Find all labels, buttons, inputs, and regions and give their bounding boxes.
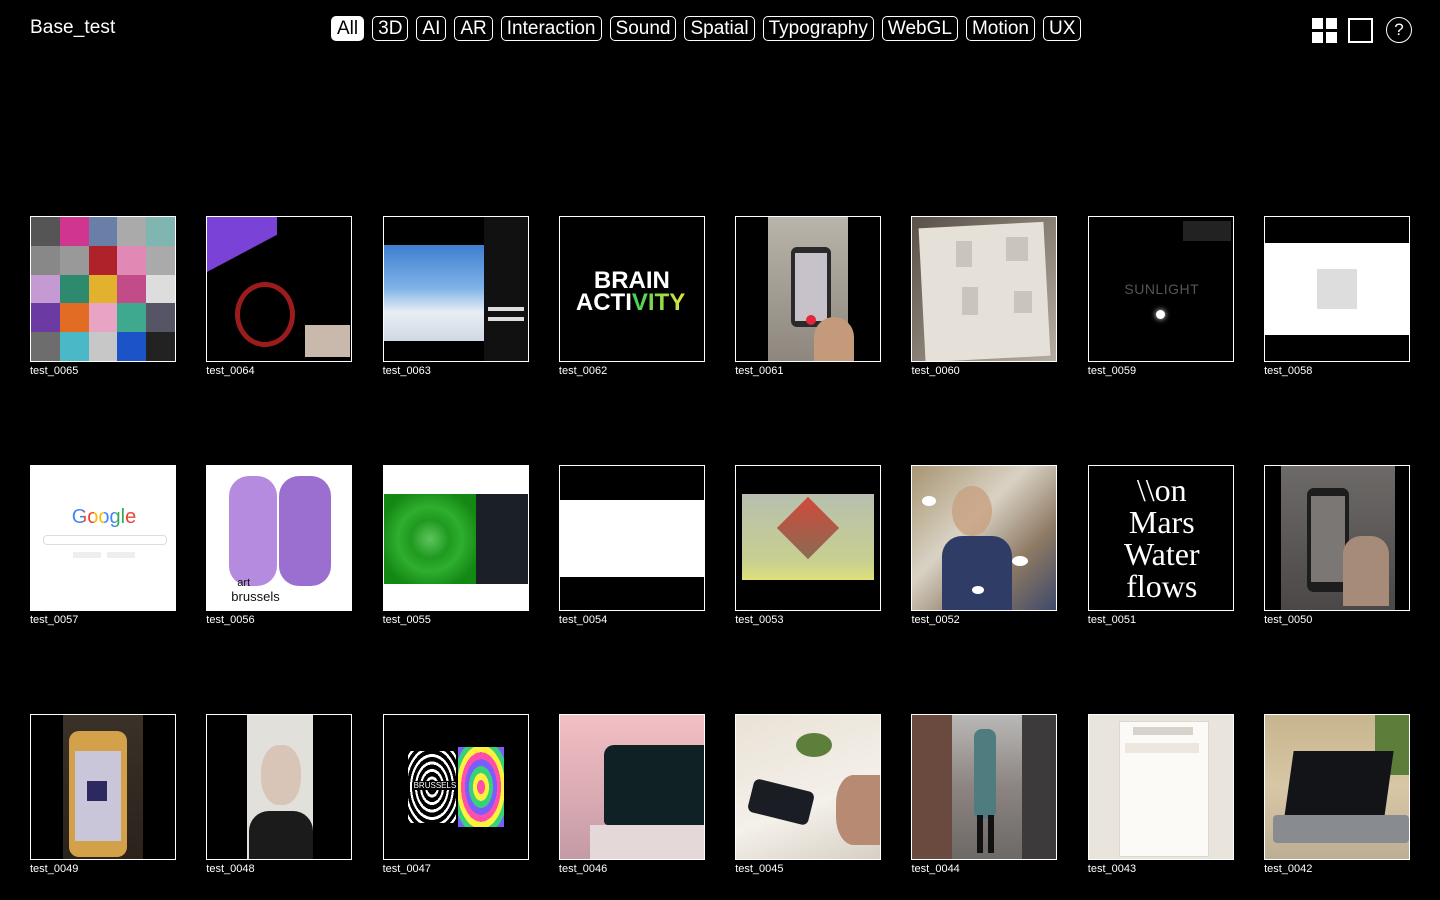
gallery-card[interactable]: test_0053 bbox=[735, 465, 882, 626]
filter-ux[interactable]: UX bbox=[1042, 16, 1082, 41]
item-caption: test_0052 bbox=[911, 614, 960, 626]
item-caption: test_0051 bbox=[1087, 614, 1137, 626]
thumb-text: BRUSSELS bbox=[413, 781, 457, 790]
thumbnail-image[interactable] bbox=[735, 465, 882, 611]
thumbnail-image[interactable]: art brussels bbox=[206, 465, 353, 611]
thumb-text: \\on bbox=[1136, 472, 1187, 508]
item-caption: test_0058 bbox=[1264, 365, 1313, 377]
item-caption: test_0053 bbox=[735, 614, 784, 626]
single-view-icon[interactable] bbox=[1348, 17, 1373, 43]
item-caption: test_0055 bbox=[382, 614, 431, 626]
thumbnail-image[interactable]: SUNLIGHT bbox=[1087, 216, 1234, 362]
brand-title[interactable]: Base_test bbox=[30, 17, 115, 39]
gallery-card[interactable]: test_0061 bbox=[735, 216, 882, 377]
gallery-card[interactable]: BRAIN ACTIVITY test_0062 bbox=[558, 216, 705, 377]
thumbnail-image[interactable] bbox=[1264, 216, 1411, 362]
thumbnail-image[interactable] bbox=[382, 216, 529, 362]
thumbnail-image[interactable] bbox=[911, 216, 1058, 362]
gallery-card[interactable]: test_0042 bbox=[1264, 714, 1411, 875]
item-caption: test_0063 bbox=[382, 365, 431, 377]
gallery-card[interactable]: \\on Mars Water flows test_0051 bbox=[1087, 465, 1234, 626]
thumb-text: SUNLIGHT bbox=[1124, 281, 1200, 297]
gallery-card[interactable]: SUNLIGHT test_0059 bbox=[1087, 216, 1234, 377]
gallery-card[interactable]: test_0055 bbox=[382, 465, 529, 626]
filter-interaction[interactable]: Interaction bbox=[500, 16, 602, 41]
filter-webgl[interactable]: WebGL bbox=[881, 16, 958, 41]
thumbnail-image[interactable] bbox=[206, 714, 353, 860]
thumb-text: Water bbox=[1123, 536, 1200, 572]
thumb-text: flows bbox=[1126, 568, 1198, 604]
gallery-card[interactable]: test_0063 bbox=[382, 216, 529, 377]
view-tools: ? bbox=[1312, 17, 1412, 43]
thumbnail-image[interactable] bbox=[911, 714, 1058, 860]
thumbnail-image[interactable]: BRUSSELS bbox=[382, 714, 529, 860]
gallery-card[interactable]: test_0065 bbox=[30, 216, 176, 377]
thumbnail-image[interactable]: BRAIN ACTIVITY bbox=[558, 216, 705, 362]
item-caption: test_0048 bbox=[206, 863, 255, 875]
thumbnail-image[interactable] bbox=[911, 465, 1058, 611]
gallery-card[interactable]: test_0043 bbox=[1087, 714, 1234, 875]
item-caption: test_0061 bbox=[735, 365, 784, 377]
thumbnail-image[interactable] bbox=[1264, 714, 1411, 860]
filter-typography[interactable]: Typography bbox=[762, 16, 874, 41]
gallery-card[interactable]: test_0054 bbox=[558, 465, 705, 626]
item-caption: test_0050 bbox=[1264, 614, 1313, 626]
thumbnail-image[interactable]: \\on Mars Water flows bbox=[1087, 465, 1234, 611]
thumbnail-image[interactable] bbox=[735, 216, 882, 362]
item-caption: test_0054 bbox=[558, 614, 608, 626]
item-caption: test_0047 bbox=[382, 863, 431, 875]
item-caption: test_0065 bbox=[30, 365, 79, 377]
thumb-text: Google bbox=[71, 506, 137, 528]
thumbnail-image[interactable] bbox=[558, 714, 705, 860]
item-caption: test_0064 bbox=[206, 365, 255, 377]
filter-sound[interactable]: Sound bbox=[609, 16, 677, 41]
item-caption: test_0046 bbox=[558, 863, 608, 875]
filter-all[interactable]: All bbox=[331, 16, 365, 41]
gallery-card[interactable]: art brussels test_0056 bbox=[206, 465, 353, 626]
gallery-card[interactable]: test_0049 bbox=[30, 714, 176, 875]
thumbnail-image[interactable] bbox=[30, 714, 176, 860]
thumbnail-image[interactable] bbox=[558, 465, 705, 611]
help-icon[interactable]: ? bbox=[1386, 17, 1412, 43]
item-caption: test_0059 bbox=[1087, 365, 1137, 377]
gallery-card[interactable]: test_0064 bbox=[206, 216, 353, 377]
gallery-card[interactable]: BRUSSELS test_0047 bbox=[382, 714, 529, 875]
thumb-text: art bbox=[237, 577, 251, 589]
filter-ar[interactable]: AR bbox=[454, 16, 493, 41]
thumbnail-image[interactable] bbox=[1264, 465, 1411, 611]
gallery-card[interactable]: test_0046 bbox=[558, 714, 705, 875]
item-caption: test_0056 bbox=[206, 614, 255, 626]
item-caption: test_0057 bbox=[30, 614, 79, 626]
thumbnail-image[interactable]: Google bbox=[30, 465, 176, 611]
gallery-card[interactable]: test_0048 bbox=[206, 714, 353, 875]
thumbnail-image[interactable] bbox=[382, 465, 529, 611]
filter-3d[interactable]: 3D bbox=[372, 16, 409, 41]
gallery-card[interactable]: test_0050 bbox=[1264, 465, 1411, 626]
thumb-text: brussels bbox=[231, 589, 280, 604]
gallery-card[interactable]: Google test_0057 bbox=[30, 465, 176, 626]
filter-bar: All 3D AI AR Interaction Sound Spatial T… bbox=[331, 16, 1082, 41]
item-caption: test_0045 bbox=[735, 863, 784, 875]
grid-view-icon[interactable] bbox=[1312, 17, 1337, 43]
filter-motion[interactable]: Motion bbox=[965, 16, 1035, 41]
item-caption: test_0044 bbox=[911, 863, 960, 875]
thumbnail-image[interactable] bbox=[30, 216, 176, 362]
thumbnail-image[interactable] bbox=[735, 714, 882, 860]
gallery-card[interactable]: test_0045 bbox=[735, 714, 882, 875]
item-caption: test_0060 bbox=[911, 365, 960, 377]
gallery-card[interactable]: test_0060 bbox=[911, 216, 1058, 377]
gallery-card[interactable]: test_0052 bbox=[911, 465, 1058, 626]
gallery-card[interactable]: test_0044 bbox=[911, 714, 1058, 875]
filter-spatial[interactable]: Spatial bbox=[684, 16, 755, 41]
item-caption: test_0043 bbox=[1087, 863, 1137, 875]
filter-ai[interactable]: AI bbox=[416, 16, 447, 41]
gallery-card[interactable]: test_0058 bbox=[1264, 216, 1411, 377]
gallery-grid: test_0065 test_0064 test_0063 BRAIN ACTI… bbox=[30, 216, 1411, 875]
thumbnail-image[interactable] bbox=[1087, 714, 1234, 860]
thumb-text: Mars bbox=[1128, 504, 1195, 540]
item-caption: test_0042 bbox=[1264, 863, 1313, 875]
item-caption: test_0049 bbox=[30, 863, 79, 875]
thumbnail-image[interactable] bbox=[206, 216, 353, 362]
item-caption: test_0062 bbox=[558, 365, 608, 377]
